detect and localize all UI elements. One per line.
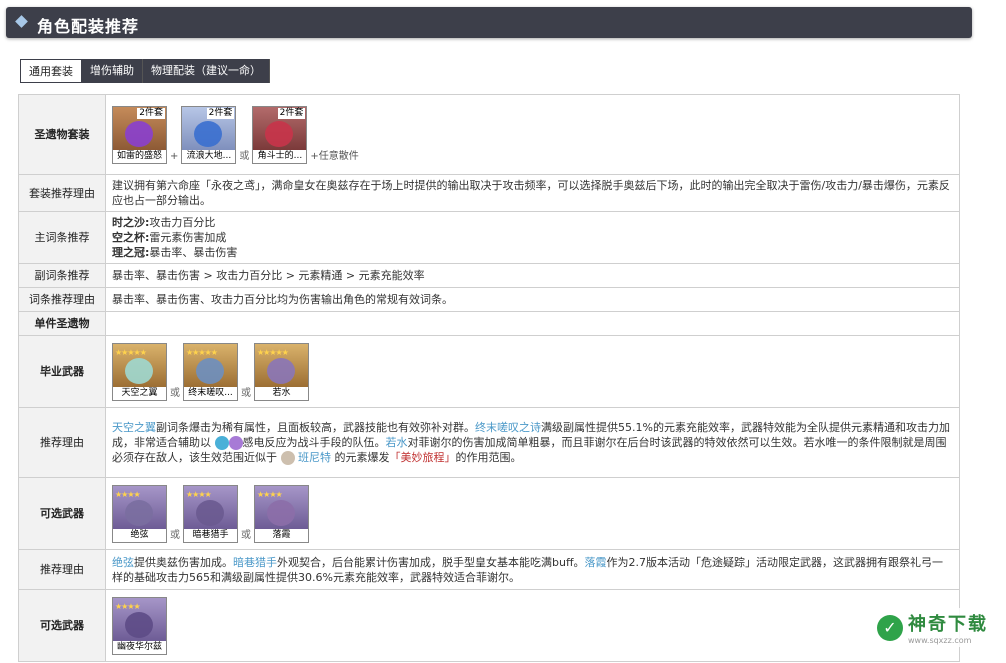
any-piece-text: +任意散件 [310,150,359,162]
weapon-icon [125,611,153,638]
artifact-icon [265,120,294,147]
weapon-name: 若水 [255,386,308,400]
artifact-name: 如雷的盛怒 [113,149,166,163]
reason-text: 外观契合，后台能累计伤害加成，脱手型皇女基本能吃满buff。 [277,555,585,569]
alt-weapon-label: 可选武器 [18,477,106,550]
link-fading-twilight[interactable]: 落霞 [585,556,607,569]
artifact-thundering-fury[interactable]: 2件套 如雷的盛怒 [112,105,167,164]
single-artifact-label: 单件圣遗物 [18,311,106,336]
reason-text: 的作用范围。 [455,451,522,464]
link-stringless[interactable]: 绝弦 [112,556,134,569]
artifact-set-cell: 2件套 如雷的盛怒 + 2件套 流浪大地... 或 2件套 角斗士的... +任… [105,94,960,175]
or-text: 或 [239,150,250,162]
sub-stats-label: 副词条推荐 [18,263,106,288]
watermark-name: 神奇下载 [908,614,988,635]
weapon-icon [125,499,153,526]
weapon-name: 暗巷猎手 [184,528,237,542]
artifact-gladiator[interactable]: 2件套 角斗士的... [252,105,308,164]
diamond-icon [15,15,28,28]
section-title: 角色配装推荐 [37,17,140,36]
artifact-name: 流浪大地... [182,149,236,163]
leaf-logo-icon: ✓ [877,614,903,641]
reason-text: 的元素爆发 [334,451,390,464]
main-stat-row: 时之沙:攻击力百分比 [112,216,216,229]
alt-reason-text: 绝弦提供奥兹伤害加成。暗巷猎手外观契合，后台能累计伤害加成，脱手型皇女基本能吃满… [105,549,960,590]
reason-text: 提供奥兹伤害加成。 [134,555,233,569]
weapon-name: 天空之翼 [113,386,166,400]
weapon-icon [125,357,153,384]
tab-physical[interactable]: 物理配装（建议一命） [143,59,270,83]
alt-weapon2-label: 可选武器 [18,589,106,662]
link-elegy[interactable]: 终末嗟叹之诗 [475,421,541,434]
or-text: 或 [170,529,180,541]
sub-stats-text: 暴击率、暴击伤害 > 攻击力百分比 > 元素精通 > 元素充能效率 [105,263,960,288]
weapon-mitternachts-waltz[interactable]: ★★★★ 幽夜华尔兹 [112,596,167,655]
electro-element-icon [228,436,243,450]
bis-reason-label: 推荐理由 [18,407,106,478]
weapon-the-stringless[interactable]: ★★★★ 绝弦 [112,484,167,543]
main-stats-label: 主词条推荐 [18,211,106,264]
stat-reason-label: 词条推荐理由 [18,287,106,312]
bis-reason-text: 天空之翼副词条爆击为稀有属性，且面板较高，武器技能也有效弥补对群。终末嗟叹之诗满… [105,407,960,478]
weapon-icon [267,357,295,384]
link-fantastic-voyage[interactable]: 「美妙旅程」 [390,451,456,464]
alt-weapon2-cell: ★★★★ 幽夜华尔兹 [105,589,960,662]
or-text: 或 [241,529,251,541]
link-alley-hunter[interactable]: 暗巷猎手 [233,556,277,569]
set-badge: 2件套 [137,107,165,119]
section-header: 角色配装推荐 [6,7,972,38]
stat-reason-text: 暴击率、暴击伤害、攻击力百分比均为伤害输出角色的常规有效词条。 [105,287,960,312]
alt-reason-label: 推荐理由 [18,549,106,590]
link-bennett[interactable]: 班尼特 [298,451,331,464]
weapon-name: 落霞 [255,528,308,542]
main-stat-row: 理之冠:暴击率、暴击伤害 [112,246,238,259]
build-table: 圣遗物套装 2件套 如雷的盛怒 + 2件套 流浪大地... 或 2件套 角斗士的… [18,94,960,662]
bennett-avatar-icon [280,451,295,465]
weapon-alley-hunter[interactable]: ★★★★ 暗巷猎手 [183,484,238,543]
weapon-icon [267,499,295,526]
or-text: 或 [170,387,180,399]
set-badge: 2件套 [277,107,306,119]
set-reason-label: 套装推荐理由 [18,174,106,212]
artifact-name: 角斗士的... [253,149,307,163]
reason-text: 副词条爆击为稀有属性，且面板较高，武器技能也有效弥补对群。 [156,421,475,434]
set-reason-text: 建议拥有第六命座「永夜之鸢」，满命皇女在奥兹存在于场上时提供的输出取决于攻击频率… [105,174,960,212]
weapon-icon [196,357,224,384]
weapon-icon [196,499,224,526]
artifact-set-label: 圣遗物套装 [18,94,106,175]
alt-weapon-cell: ★★★★ 绝弦 或 ★★★★ 暗巷猎手 或 ★★★★ 落霞 [105,477,960,550]
tab-general-set[interactable]: 通用套装 [20,59,82,83]
weapon-fading-twilight[interactable]: ★★★★ 落霞 [254,484,309,543]
site-watermark: ✓ 神奇下载 www.sqxzz.com [873,608,992,647]
bis-weapon-cell: ★★★★★ 天空之翼 或 ★★★★★ 终末嗟叹... 或 ★★★★★ 若水 [105,335,960,408]
main-stats-cell: 时之沙:攻击力百分比 空之杯:雷元素伤害加成 理之冠:暴击率、暴击伤害 [105,211,960,264]
artifact-icon [125,120,153,147]
weapon-aqua-simulacra[interactable]: ★★★★★ 若水 [254,342,309,401]
or-text: 或 [241,387,251,399]
hydro-element-icon [214,436,229,450]
link-aqua-simulacra[interactable]: 若水 [386,436,408,449]
set-badge: 2件套 [206,107,235,119]
artifact-icon [194,120,223,147]
weapon-name: 终末嗟叹... [184,386,237,400]
weapon-name: 幽夜华尔兹 [113,640,166,654]
link-skyward-harp[interactable]: 天空之翼 [112,421,156,434]
single-artifact-cell [105,311,960,336]
weapon-name: 绝弦 [113,528,166,542]
weapon-skyward-harp[interactable]: ★★★★★ 天空之翼 [112,342,167,401]
reason-text: 感电反应为战斗手段的队伍。 [242,436,386,449]
main-stat-row: 空之杯:雷元素伤害加成 [112,231,227,244]
watermark-url: www.sqxzz.com [908,636,972,645]
tab-bar: 通用套装 增伤辅助 物理配装（建议一命） [20,59,270,83]
artifact-wanderers-troupe[interactable]: 2件套 流浪大地... [181,105,237,164]
tab-support[interactable]: 增伤辅助 [82,59,143,83]
weapon-elegy[interactable]: ★★★★★ 终末嗟叹... [183,342,238,401]
bis-weapon-label: 毕业武器 [18,335,106,408]
plus-sign: + [170,150,179,162]
